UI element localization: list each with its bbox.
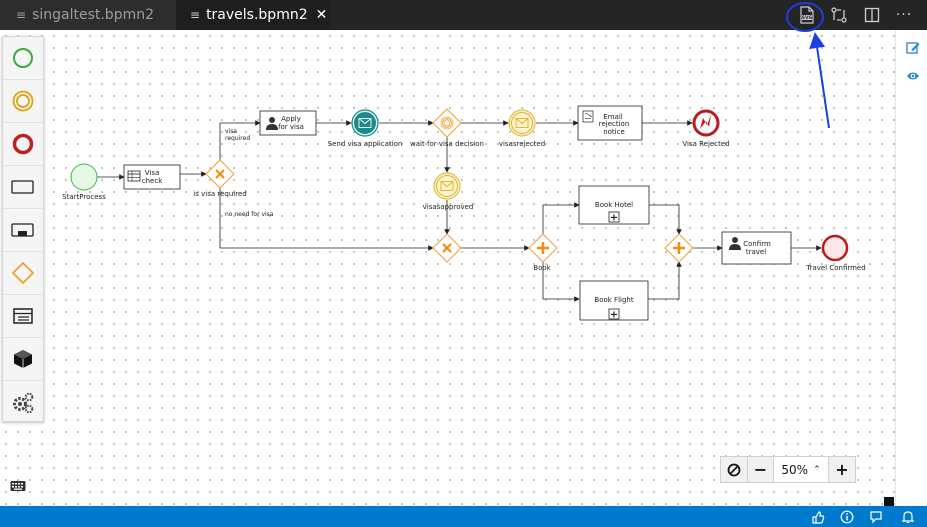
- travel-confirmed-end-event[interactable]: [821, 234, 849, 262]
- custom-task-icon[interactable]: [3, 338, 43, 381]
- visa-decision-gateway-label: wait for visa decision: [410, 140, 484, 148]
- start-event-icon[interactable]: [3, 37, 43, 80]
- visa-rejected-end-label: Visa Rejected: [682, 140, 729, 148]
- subprocess-icon[interactable]: [3, 209, 43, 252]
- visa-required-gateway-label: is visa required: [193, 190, 246, 198]
- start-event-label: StartProcess: [62, 193, 106, 201]
- send-visa-label: Send visa application: [328, 140, 403, 148]
- book-parallel-gateway[interactable]: [528, 233, 558, 263]
- annotation-arrow: [786, 2, 830, 129]
- task-icon[interactable]: [3, 166, 43, 209]
- visa-rejected-message-label: visasrejected: [499, 140, 545, 148]
- properties-side-panel: [895, 30, 927, 506]
- status-bar: [0, 506, 927, 527]
- zoom-level-value: 50%: [781, 462, 809, 477]
- book-hotel-label: Book Hotel: [595, 201, 633, 209]
- zoom-out-button[interactable]: −: [747, 457, 773, 482]
- gateway-icon[interactable]: [3, 252, 43, 295]
- scroll-corner: [884, 497, 894, 506]
- notifications-bell-icon[interactable]: [900, 509, 916, 525]
- travel-confirmed-label: Travel Confirmed: [805, 264, 865, 272]
- zoom-in-button[interactable]: +: [829, 457, 855, 482]
- data-object-icon[interactable]: [3, 295, 43, 338]
- flow-visa-required-label-line2: required: [225, 135, 250, 142]
- zoom-control: − 50% ⌃ +: [720, 456, 856, 483]
- feedback-thumbs-icon[interactable]: [810, 509, 826, 525]
- start-event[interactable]: [70, 163, 98, 191]
- expand-marker-icon[interactable]: +: [610, 213, 618, 224]
- visa-required-gateway[interactable]: [205, 159, 235, 189]
- shape-palette: [2, 36, 44, 422]
- business-rule-icon: [127, 170, 141, 182]
- intermediate-event-icon[interactable]: [3, 80, 43, 123]
- confirm-travel-label-line2: travel: [746, 248, 766, 256]
- reset-zoom-icon[interactable]: [721, 457, 747, 482]
- zoom-level-select[interactable]: 50% ⌃: [773, 457, 829, 482]
- apply-visa-label-line1: Apply: [281, 115, 301, 123]
- end-event-icon[interactable]: [3, 123, 43, 166]
- visa-check-label-line1: Visa: [145, 169, 160, 177]
- sequence-flows: [97, 120, 822, 302]
- visa-check-label-line2: check: [142, 177, 163, 185]
- preview-eye-icon[interactable]: [906, 67, 920, 86]
- live-share-icon[interactable]: [868, 509, 884, 525]
- email-rejection-label-line2: rejection: [599, 120, 630, 128]
- settings-gears-icon[interactable]: [3, 381, 43, 424]
- keyboard-shortcuts-icon[interactable]: [10, 477, 26, 491]
- chevron-up-icon: ⌃: [813, 464, 821, 475]
- script-task-icon: [582, 110, 594, 123]
- visa-rejected-end-event[interactable]: [692, 109, 720, 137]
- book-flight-label: Book Flight: [594, 296, 633, 304]
- visa-rejected-message-event[interactable]: [508, 109, 536, 137]
- merge-exclusive-gateway[interactable]: [432, 233, 462, 263]
- apply-visa-label-line2: for visa: [278, 123, 304, 131]
- book-gateway-label: Book: [533, 264, 551, 272]
- expand-marker-icon[interactable]: +: [610, 310, 618, 321]
- flow-no-visa-label: no need for visa: [225, 211, 274, 218]
- visa-approved-message-event[interactable]: [433, 172, 461, 200]
- info-icon[interactable]: [839, 509, 855, 525]
- edit-properties-icon[interactable]: [906, 39, 920, 58]
- email-rejection-label-line3: notice: [603, 128, 625, 136]
- send-visa-event[interactable]: [351, 109, 379, 137]
- visa-decision-gateway[interactable]: [432, 108, 462, 138]
- confirm-travel-label-line1: Confirm: [743, 240, 771, 248]
- visa-approved-message-label: visasapproved: [423, 203, 474, 211]
- join-parallel-gateway[interactable]: [664, 233, 694, 263]
- bpmn-diagram: StartProcess Visa check is visa required…: [62, 2, 866, 321]
- flow-visa-required-label-line1: visa: [225, 128, 237, 135]
